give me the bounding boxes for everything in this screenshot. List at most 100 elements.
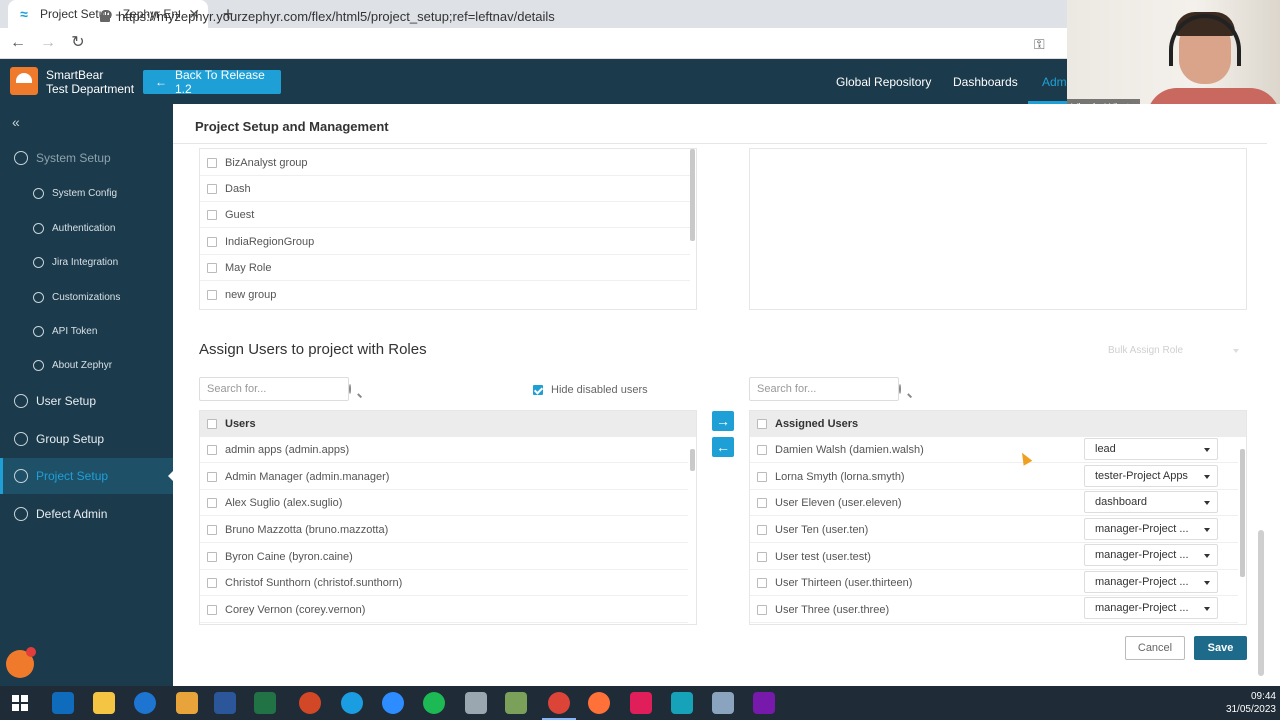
checkbox[interactable] [757, 551, 767, 562]
list-item[interactable]: new group [200, 282, 690, 308]
sidebar-item-customizations[interactable]: Customizations [0, 279, 173, 315]
table-row[interactable]: Alex Suglio (alex.suglio) [200, 490, 688, 516]
role-select[interactable]: manager-Project ... [1084, 597, 1218, 619]
sidebar-item-defect-admin[interactable]: Defect Admin [0, 496, 173, 532]
notepad-icon[interactable] [505, 692, 527, 714]
sidebar-item-system-config[interactable]: System Config [0, 175, 173, 211]
table-row[interactable]: Admin Manager (admin.manager) [200, 464, 688, 490]
nav-dashboards[interactable]: Dashboards [953, 59, 1018, 104]
scrollbar[interactable] [690, 149, 695, 241]
search-icon[interactable] [349, 384, 351, 394]
zoom-icon[interactable] [382, 692, 404, 714]
checkbox[interactable] [207, 290, 217, 300]
checkbox[interactable] [207, 497, 217, 508]
internet-explorer-icon[interactable] [134, 692, 156, 714]
checkbox[interactable] [207, 524, 217, 535]
checkbox[interactable] [207, 551, 217, 562]
firefox-icon[interactable] [588, 692, 610, 714]
list-item[interactable]: IndiaRegionGroup [200, 229, 690, 255]
search-icon[interactable] [899, 384, 901, 394]
checkbox[interactable] [207, 209, 217, 220]
hide-disabled-checkbox[interactable] [533, 385, 543, 395]
back-to-release-button[interactable]: ← Back To Release 1.2 [143, 68, 281, 96]
chrome-icon[interactable] [542, 692, 576, 720]
sidebar-item-system-setup[interactable]: System Setup [0, 140, 173, 176]
app-icon[interactable] [176, 692, 198, 714]
list-item[interactable]: Guest [200, 202, 690, 228]
cancel-button[interactable]: Cancel [1125, 636, 1185, 660]
table-row[interactable]: Corey Vernon (corey.vernon) [200, 597, 688, 623]
app-icon[interactable] [712, 692, 734, 714]
reload-icon[interactable]: ↻ [66, 31, 90, 55]
checkbox[interactable] [757, 471, 767, 482]
onenote-icon[interactable] [753, 692, 775, 714]
table-row[interactable]: Christof Sunthorn (christof.sunthorn) [200, 570, 688, 596]
collapse-sidebar-icon[interactable]: « [12, 114, 20, 130]
role-select[interactable]: manager-Project ... [1084, 571, 1218, 593]
role-select[interactable]: dashboard [1084, 491, 1218, 513]
sidebar-item-about-zephyr[interactable]: About Zephyr [0, 347, 173, 383]
edge-icon[interactable] [341, 692, 363, 714]
back-arrow-icon[interactable]: ← [6, 31, 30, 55]
checkbox[interactable] [207, 157, 217, 168]
nav-admin[interactable]: Admi [1042, 59, 1069, 104]
list-item[interactable]: Dash [200, 176, 690, 202]
save-button[interactable]: Save [1194, 636, 1247, 660]
scrollbar[interactable] [690, 449, 695, 471]
excel-icon[interactable] [254, 692, 276, 714]
file-explorer-icon[interactable] [93, 692, 115, 714]
lock-icon [100, 10, 111, 22]
assigned-search-input[interactable] [757, 383, 899, 395]
url-field[interactable]: https://myzephyr.yourzephyr.com/flex/htm… [100, 6, 555, 26]
app-icon[interactable] [671, 692, 693, 714]
spotify-icon[interactable] [423, 692, 445, 714]
move-right-button[interactable]: → [712, 411, 734, 431]
app-icon[interactable] [465, 692, 487, 714]
outlook-icon[interactable] [52, 692, 74, 714]
sidebar-item-group-setup[interactable]: Group Setup [0, 421, 173, 457]
checkbox[interactable] [207, 262, 217, 273]
key-icon[interactable]: ⚿ [1034, 36, 1045, 53]
checkbox[interactable] [757, 497, 767, 508]
megaphone-icon[interactable] [6, 647, 36, 678]
select-all-checkbox[interactable] [207, 419, 217, 429]
sidebar-item-project-setup[interactable]: Project Setup [0, 458, 174, 494]
checkbox[interactable] [757, 444, 767, 455]
checkbox[interactable] [207, 236, 217, 247]
role-select[interactable]: lead [1084, 438, 1218, 460]
powerpoint-icon[interactable] [299, 692, 321, 714]
sidebar-item-jira-integration[interactable]: Jira Integration [0, 244, 173, 280]
role-select[interactable]: manager-Project ... [1084, 544, 1218, 566]
scrollbar[interactable] [1240, 449, 1245, 577]
taskbar-clock: 09:44 31/05/2023 [1212, 690, 1276, 716]
sidebar-item-api-token[interactable]: API Token [0, 313, 173, 349]
slack-icon[interactable] [630, 692, 652, 714]
word-icon[interactable] [214, 692, 236, 714]
hide-disabled-users[interactable]: Hide disabled users [533, 382, 648, 398]
table-row[interactable]: Byron Caine (byron.caine) [200, 544, 688, 570]
select-all-checkbox[interactable] [757, 419, 767, 429]
users-search-input[interactable] [207, 383, 349, 395]
move-left-button[interactable]: ← [712, 437, 734, 457]
checkbox[interactable] [207, 577, 217, 588]
role-select[interactable]: tester-Project Apps [1084, 465, 1218, 487]
table-row[interactable]: Bruno Mazzotta (bruno.mazzotta) [200, 517, 688, 543]
bulk-assign-role-dropdown[interactable]: Bulk Assign Role [1097, 341, 1245, 361]
checkbox[interactable] [757, 577, 767, 588]
page-scrollbar[interactable] [1258, 530, 1264, 676]
sidebar-item-user-setup[interactable]: User Setup [0, 383, 173, 419]
checkbox[interactable] [757, 604, 767, 615]
role-select[interactable]: manager-Project ... [1084, 518, 1218, 540]
checkbox[interactable] [207, 444, 217, 455]
list-item[interactable]: May Role [200, 255, 690, 281]
table-row[interactable]: admin apps (admin.apps) [200, 437, 688, 463]
checkbox[interactable] [207, 471, 217, 482]
forward-arrow-icon[interactable]: → [36, 31, 60, 55]
sidebar-item-authentication[interactable]: Authentication [0, 210, 173, 246]
windows-start-icon[interactable] [12, 695, 28, 711]
checkbox[interactable] [207, 183, 217, 194]
checkbox[interactable] [757, 524, 767, 535]
list-item[interactable]: BizAnalyst group [200, 150, 690, 176]
nav-global-repository[interactable]: Global Repository [836, 59, 931, 104]
checkbox[interactable] [207, 604, 217, 615]
